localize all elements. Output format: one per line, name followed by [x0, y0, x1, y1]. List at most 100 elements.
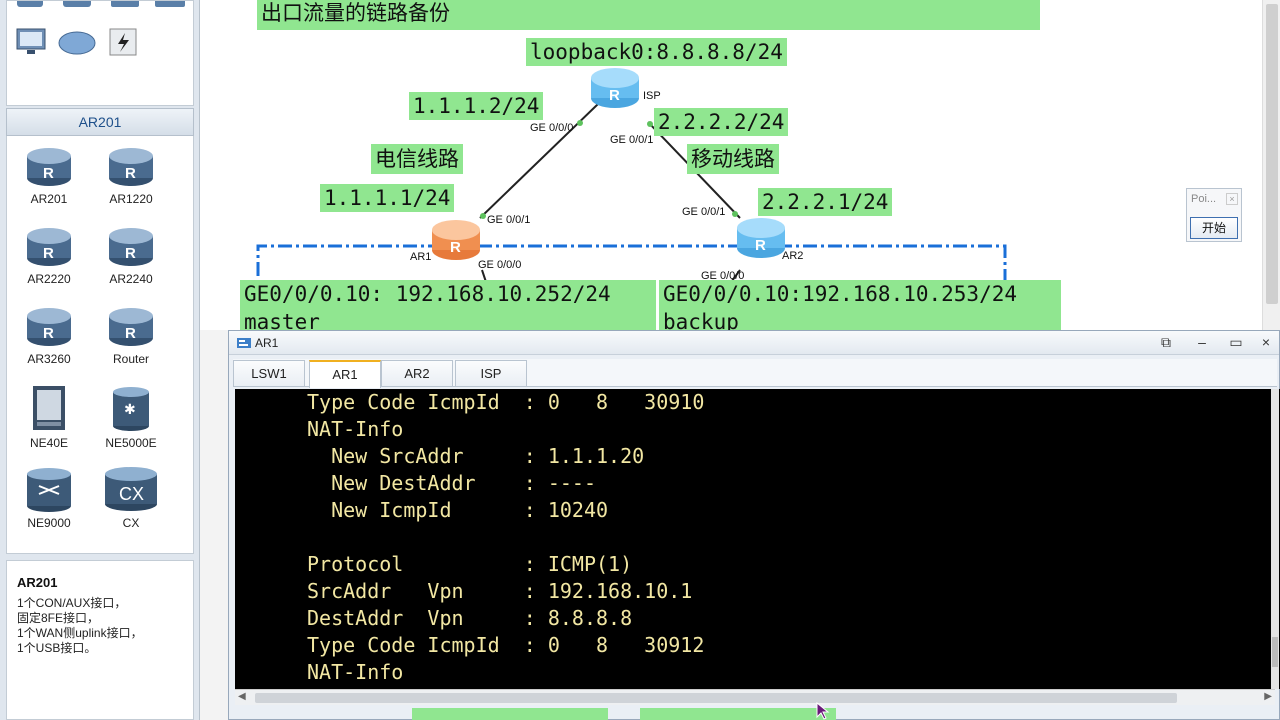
- isp-label: ISP: [643, 90, 661, 102]
- svg-text:R: R: [755, 237, 766, 254]
- router-icon: R: [109, 228, 153, 266]
- close-icon[interactable]: ×: [1253, 333, 1279, 353]
- minimize-icon[interactable]: –: [1189, 333, 1215, 353]
- ar1-subif-ip: GE0/0/0.10: 192.168.10.252/24: [244, 282, 611, 306]
- terminal-line: New DestAddr : ----: [307, 471, 596, 495]
- start-button[interactable]: 开始: [1190, 217, 1238, 239]
- device-label: Router: [112, 352, 150, 366]
- firewall-category-icon[interactable]: [155, 0, 185, 7]
- hidden-label-strip: [640, 708, 836, 720]
- ar1-router-icon[interactable]: R: [432, 220, 480, 260]
- device-label: AR2240: [109, 272, 153, 286]
- device-label: NE9000: [27, 516, 71, 530]
- switch-category-icon[interactable]: [63, 0, 91, 7]
- wlan-category-icon[interactable]: [111, 0, 139, 7]
- restore-icon[interactable]: ⧉: [1153, 333, 1179, 353]
- close-icon[interactable]: ×: [1226, 193, 1238, 205]
- mobile-line-label: 移动线路: [687, 144, 779, 174]
- tab-ar1[interactable]: AR1: [309, 360, 381, 388]
- svg-text:R: R: [43, 245, 54, 262]
- device-label: AR201: [30, 192, 68, 206]
- port-dot: [647, 121, 653, 127]
- terminal-line: DestAddr Vpn : 8.8.8.8: [307, 606, 633, 630]
- svg-text:R: R: [609, 87, 620, 104]
- device-label: AR3260: [27, 352, 71, 366]
- terminal-line: NAT-Info: [307, 660, 404, 684]
- terminal-line: Type Code IcmpId : 0 8 30910: [307, 390, 705, 414]
- device-router[interactable]: R Router: [91, 304, 171, 366]
- terminal-line: New IcmpId : 10240: [307, 498, 609, 522]
- cluster-router-icon: ✱: [113, 387, 149, 431]
- terminal-hscroll-thumb[interactable]: [255, 693, 1177, 703]
- router-icon: R: [27, 228, 71, 266]
- terminal-app-icon: [237, 338, 251, 348]
- power-category-icon[interactable]: [109, 28, 137, 56]
- cx-router-icon: CX: [105, 467, 157, 511]
- svg-text:R: R: [43, 325, 54, 342]
- router-category-icon[interactable]: [17, 0, 43, 7]
- pc-category-icon[interactable]: [16, 28, 46, 54]
- router-icon: R: [27, 308, 71, 346]
- device-ar201[interactable]: R AR201: [9, 144, 89, 206]
- canvas-scroll-thumb[interactable]: [1266, 4, 1278, 304]
- capture-mini-window: Poi... × 开始: [1186, 188, 1242, 242]
- ar2-port-g1: GE 0/0/1: [682, 206, 726, 218]
- tab-isp[interactable]: ISP: [455, 360, 527, 386]
- device-description: AR201 1个CON/AUX接口， 固定8FE接口， 1个WAN侧uplink…: [6, 560, 194, 720]
- terminal-vertical-scrollbar[interactable]: [1271, 389, 1279, 689]
- device-label: CX: [122, 516, 140, 530]
- tab-lsw1[interactable]: LSW1: [233, 360, 305, 386]
- terminal-window: AR1 ⧉ – ▭ × LSW1 AR1 AR2 ISP Type Code I…: [228, 330, 1280, 720]
- maximize-icon[interactable]: ▭: [1223, 333, 1249, 353]
- device-desc-line: 固定8FE接口，: [17, 611, 100, 625]
- ensp-workspace: AR201 R AR201 R AR1220 R AR2220 R AR2240 R AR3260…: [0, 0, 1280, 720]
- terminal-vscroll-thumb[interactable]: [1272, 637, 1278, 667]
- svg-text:R: R: [125, 325, 136, 342]
- device-ar1220[interactable]: R AR1220: [91, 144, 171, 206]
- isp-port-g0: GE 0/0/0: [530, 122, 574, 134]
- ar1-port-g0: GE 0/0/0: [478, 259, 522, 271]
- svg-text:R: R: [125, 245, 136, 262]
- topology-canvas[interactable]: R R R 出口流量的链路备份 loopback0:8.8.8.8/24 ISP…: [200, 0, 1280, 334]
- ar2-label: AR2: [782, 250, 804, 262]
- category-icons-svg: [16, 0, 185, 56]
- canvas-vertical-scrollbar[interactable]: [1262, 0, 1280, 330]
- ar1-subif-label: GE0/0/0.10: 192.168.10.252/24 master: [240, 280, 656, 334]
- core-router-icon: [27, 468, 71, 512]
- svg-text:R: R: [125, 165, 136, 182]
- terminal-line: Type Code IcmpId : 0 8 30912: [307, 633, 705, 657]
- isp-port-g1: GE 0/0/1: [610, 134, 654, 146]
- ar2-subif-label: GE0/0/0.10:192.168.10.253/24 backup: [659, 280, 1061, 334]
- device-grid: R AR201 R AR1220 R AR2220 R AR2240 R AR3260 R Route…: [6, 136, 194, 554]
- terminal-screen[interactable]: Type Code IcmpId : 0 8 30910 NAT-Info Ne…: [235, 389, 1280, 689]
- router-icon: R: [27, 148, 71, 186]
- ip-ar2: 2.2.2.1/24: [758, 188, 893, 216]
- device-ar2240[interactable]: R AR2240: [91, 224, 171, 286]
- device-ar2220[interactable]: R AR2220: [9, 224, 89, 286]
- terminal-horizontal-scrollbar[interactable]: ◀ ▶: [235, 689, 1275, 705]
- device-cx[interactable]: CX CX: [91, 464, 171, 530]
- ar2-router-icon[interactable]: R: [737, 218, 785, 258]
- device-ar3260[interactable]: R AR3260: [9, 304, 89, 366]
- port-dot: [732, 211, 738, 217]
- vlan-boundary: [256, 244, 1007, 280]
- ip-isp-right: 2.2.2.2/24: [654, 108, 789, 136]
- device-label: NE40E: [29, 436, 69, 450]
- tab-ar2[interactable]: AR2: [381, 360, 453, 386]
- svg-text:✱: ✱: [124, 401, 136, 417]
- device-ne5000e[interactable]: ✱ NE5000E: [91, 384, 171, 450]
- device-label: NE5000E: [105, 436, 157, 450]
- ar1-label: AR1: [410, 251, 432, 263]
- device-ne40e[interactable]: NE40E: [9, 384, 89, 450]
- chassis-icon: [33, 386, 65, 430]
- terminal-line: NAT-Info: [307, 417, 404, 441]
- svg-text:R: R: [450, 239, 461, 256]
- device-ne9000[interactable]: NE9000: [9, 464, 89, 530]
- isp-router-icon[interactable]: R: [591, 68, 639, 108]
- ar2-subif-ip: GE0/0/0.10:192.168.10.253/24: [663, 282, 1018, 306]
- scroll-right-icon[interactable]: ▶: [1264, 691, 1272, 702]
- scroll-left-icon[interactable]: ◀: [238, 691, 246, 702]
- terminal-title: AR1: [255, 336, 279, 350]
- router-icon: R: [109, 148, 153, 186]
- cloud-category-icon[interactable]: [58, 31, 96, 55]
